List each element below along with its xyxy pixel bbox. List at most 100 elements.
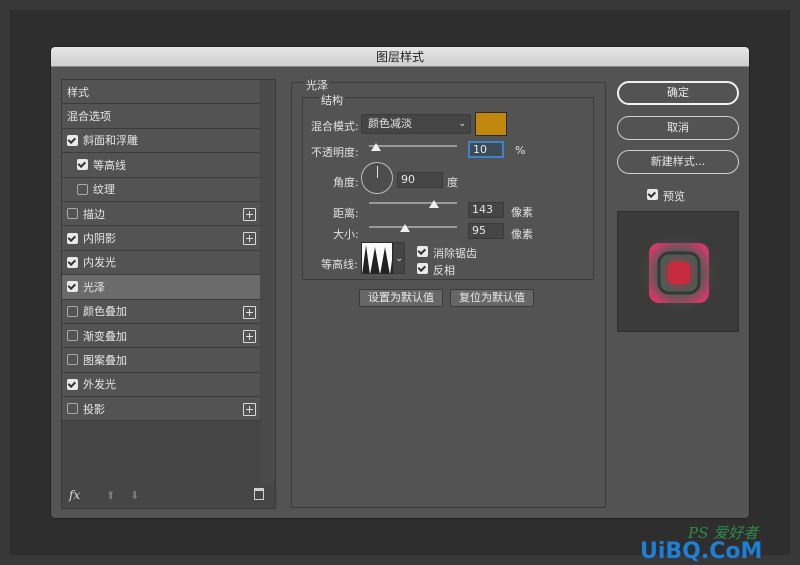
style-item-checkbox[interactable] [77,183,88,195]
style-item-checkbox[interactable] [67,378,78,390]
preview-label: 预览 [663,190,685,203]
style-item[interactable]: 渐变叠加 [62,323,260,349]
distance-slider-track[interactable] [369,202,457,204]
style-item[interactable]: 光泽 [62,275,260,300]
add-style-icon[interactable] [243,305,256,319]
add-style-icon[interactable] [243,329,256,343]
structure-group-title: 结构 [319,92,345,108]
opacity-input[interactable]: 10 [468,141,504,158]
opacity-slider-thumb[interactable] [371,143,381,151]
style-item-label: 光泽 [83,280,105,294]
chevron-down-icon: ⌄ [458,119,466,129]
size-slider-thumb[interactable] [400,224,410,232]
preview-thumbnail [638,232,720,314]
style-item-label: 渐变叠加 [83,329,127,343]
reset-default-button[interactable]: 复位为默认值 [450,289,534,307]
layer-style-dialog: 图层样式 样式 混合选项 斜面和浮雕 等高线 纹理 描边 内阴影 内发光 光泽 颜色叠加 渐变叠加图… [51,47,749,518]
style-item-label: 投影 [83,402,105,416]
style-item-label: 内发光 [83,256,116,270]
style-item[interactable]: 样式 [62,80,260,105]
angle-input[interactable]: 90 [397,172,443,188]
opacity-slider-track[interactable] [369,145,457,147]
style-item[interactable]: 等高线 [62,153,260,178]
distance-slider-thumb[interactable] [429,200,439,208]
style-item-checkbox[interactable] [67,256,78,268]
add-style-icon[interactable] [243,232,256,246]
style-item-label: 描边 [83,207,105,221]
style-item[interactable]: 内阴影 [62,226,260,251]
size-label: 大小: [333,228,359,241]
angle-label: 角度: [333,176,359,189]
style-item[interactable]: 内发光 [62,250,260,276]
style-item-label: 内阴影 [83,232,116,246]
style-item-checkbox[interactable] [77,159,88,171]
invert-label: 反相 [433,264,455,277]
move-down-icon[interactable]: ⬇ [130,489,139,502]
contour-preview[interactable] [361,242,393,274]
style-item-checkbox[interactable] [67,232,78,244]
move-up-icon[interactable]: ⬆ [106,489,115,502]
blend-mode-value: 颜色减淡 [368,117,412,130]
cancel-button[interactable]: 取消 [617,116,739,140]
contour-label: 等高线: [321,258,358,271]
site-watermark: PS 爱好者 UiBQ.CoM [636,522,796,564]
style-item-checkbox[interactable] [67,330,78,342]
angle-unit: 度 [447,176,458,189]
set-default-button[interactable]: 设置为默认值 [359,289,443,307]
style-item-label: 样式 [67,85,89,99]
contour-dropdown[interactable]: ⌄ [393,242,405,274]
satin-section-title: 光泽 [304,77,330,93]
new-style-button[interactable]: 新建样式... [617,150,739,174]
styles-panel: 样式混合选项斜面和浮雕等高线纹理描边内阴影内发光光泽颜色叠加渐变叠加图案叠加外发… [61,79,276,509]
style-item-checkbox[interactable] [67,134,78,146]
satin-panel: 光泽 结构 混合模式: 颜色减淡 ⌄ 不透明度: 10 % 角度: 90 度 距… [291,77,606,508]
styles-scrollbar[interactable] [261,80,275,484]
fx-icon[interactable]: fx [69,488,80,502]
trash-icon[interactable] [254,488,264,500]
invert-checkbox[interactable] [417,263,428,274]
svg-text:UiBQ.CoM: UiBQ.CoM [640,539,762,562]
styles-bottom-bar: fx ⬆ ⬇ [62,484,275,508]
satin-color-swatch[interactable] [475,112,507,136]
style-item-checkbox[interactable] [67,354,78,366]
style-item[interactable]: 外发光 [62,372,260,398]
style-item[interactable]: 纹理 [62,177,260,202]
style-item[interactable]: 图案叠加 [62,348,260,373]
angle-dial[interactable] [361,162,393,194]
style-item-checkbox[interactable] [67,403,78,415]
opacity-label: 不透明度: [311,146,359,159]
opacity-unit: % [515,144,526,157]
distance-label: 距离: [333,207,359,220]
size-input[interactable]: 95 [468,223,504,239]
ok-button[interactable]: 确定 [617,81,739,105]
dialog-title: 图层样式 [51,47,749,67]
style-item-label: 纹理 [93,183,115,197]
style-item-checkbox[interactable] [67,305,78,317]
add-style-icon[interactable] [243,207,256,221]
style-item[interactable]: 投影 [62,397,260,422]
anti-alias-label: 消除锯齿 [433,247,477,260]
preview-checkbox[interactable] [647,189,658,200]
style-item[interactable]: 颜色叠加 [62,299,260,324]
size-slider-track[interactable] [369,226,457,228]
add-style-icon[interactable] [243,403,256,417]
anti-alias-checkbox[interactable] [417,246,428,257]
size-unit: 像素 [511,228,533,241]
distance-input[interactable]: 143 [468,202,504,218]
blend-mode-select[interactable]: 颜色减淡 ⌄ [361,114,471,134]
style-preview [617,211,739,332]
contour-curve-icon [362,245,392,273]
style-item-label: 等高线 [93,158,126,172]
style-item-checkbox[interactable] [67,208,78,220]
style-item[interactable]: 混合选项 [62,104,260,129]
style-item[interactable]: 斜面和浮雕 [62,128,260,154]
style-item-label: 斜面和浮雕 [83,134,138,148]
style-item-label: 混合选项 [67,110,111,124]
style-item-checkbox[interactable] [67,281,78,293]
style-item[interactable]: 描边 [62,201,260,227]
structure-group: 结构 混合模式: 颜色减淡 ⌄ 不透明度: 10 % 角度: 90 度 距离: … [302,92,594,280]
blend-mode-label: 混合模式: [311,120,359,133]
chevron-down-icon: ⌄ [395,254,403,264]
style-item-label: 图案叠加 [83,353,127,367]
distance-unit: 像素 [511,206,533,219]
